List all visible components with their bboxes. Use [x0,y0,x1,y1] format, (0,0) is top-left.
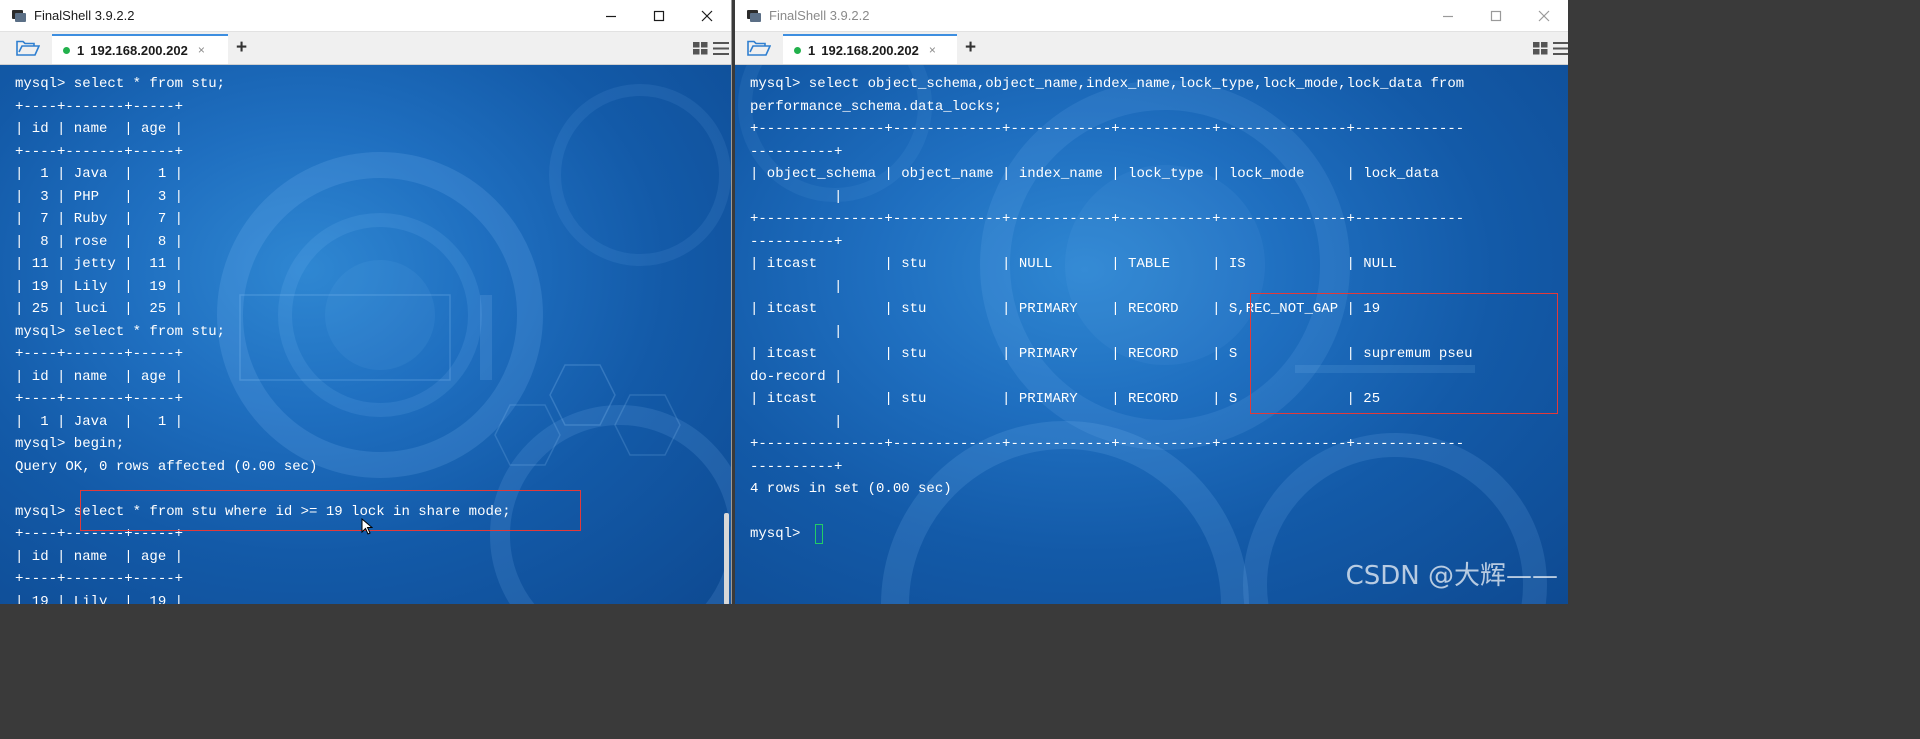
title-bar[interactable]: FinalShell 3.9.2.2 [0,0,731,31]
maximize-button[interactable] [635,0,683,31]
minimize-icon [606,15,616,17]
terminal-line: | [750,278,843,295]
tab-session[interactable]: 1 192.168.200.202 × [52,34,228,64]
minimize-button[interactable] [1424,0,1472,31]
terminal-area[interactable]: mysql> select object_schema,object_name,… [735,65,1568,604]
maximize-icon [1490,10,1502,21]
terminal-line: | object_schema | object_name | index_na… [750,166,1439,182]
finalshell-window-left: FinalShell 3.9.2.2 1 192.168.200.202 × + [0,0,732,604]
connected-status-dot [63,46,70,54]
grid-layout-icon[interactable] [693,42,708,55]
terminal-line: +---------------+-------------+---------… [750,436,1465,452]
tab-host: 192.168.200.202 [821,42,919,58]
terminal-line: | 19 | Lily | 19 | [15,593,184,605]
close-button[interactable] [683,0,731,31]
terminal-line: | 19 | Lily | 19 | [15,278,184,295]
terminal-line: +----+-------+-----+ [15,98,184,115]
close-icon [701,10,713,21]
terminal-line: mysql> select * from stu; [15,76,226,92]
mouse-pointer-icon [361,518,373,535]
tab-close-icon[interactable]: × [929,43,936,57]
csdn-watermark: CSDN @大辉—— [1345,561,1558,591]
grid-layout-icon[interactable] [1533,42,1548,55]
terminal-line: mysql> begin; [15,436,125,452]
terminal-line: | id | name | age | [15,368,184,385]
tab-bar: 1 192.168.200.202 × + [735,31,1568,65]
terminal-line: +----+-------+-----+ [15,346,184,362]
terminal-line: | [750,413,843,430]
tab-number: 1 [808,42,816,58]
terminal-line: mysql> [750,526,809,542]
terminal-line: | id | name | age | [15,548,184,565]
terminal-line: Query OK, 0 rows affected (0.00 sec) [15,458,318,475]
tab-close-icon[interactable]: × [198,43,205,57]
terminal-line: +----+-------+-----+ [15,391,184,407]
terminal-line: +----+-------+-----+ [15,571,184,587]
window-title: FinalShell 3.9.2.2 [769,8,870,23]
window-title: FinalShell 3.9.2.2 [34,8,135,23]
finalshell-app-icon [12,9,26,22]
terminal-line: ----------+ [750,458,843,475]
terminal-line: | [750,188,843,205]
folder-open-icon[interactable] [747,40,771,57]
terminal-line: | id | name | age | [15,121,184,137]
maximize-icon [653,10,665,21]
terminal-area[interactable]: mysql> select * from stu; +----+-------+… [0,65,731,604]
terminal-line: +---------------+-------------+---------… [750,121,1465,137]
terminal-line: +----+-------+-----+ [15,143,184,160]
folder-open-icon[interactable] [16,40,40,57]
add-tab-button[interactable]: + [236,37,247,59]
maximize-button[interactable] [1472,0,1520,31]
highlight-box-lock-rows [1250,293,1558,414]
menu-icon[interactable] [1553,42,1568,55]
terminal-line: ----------+ [750,233,843,250]
terminal-scrollbar[interactable] [724,513,729,604]
terminal-line: | 11 | jetty | 11 | [15,256,184,272]
terminal-line: | 7 | Ruby | 7 | [15,211,184,227]
terminal-line: | [750,323,843,340]
terminal-line: | 1 | Java | 1 | [15,166,184,182]
minimize-button[interactable] [587,0,635,31]
close-icon [1538,10,1550,21]
tab-bar: 1 192.168.200.202 × + [0,31,731,65]
terminal-cursor [815,524,823,544]
terminal-line: | 8 | rose | 8 | [15,233,184,250]
window-controls [587,0,731,31]
window-controls [1424,0,1568,31]
terminal-line: mysql> select * from stu; [15,323,226,340]
terminal-line: | 3 | PHP | 3 | [15,188,184,205]
terminal-line: | 25 | luci | 25 | [15,301,184,317]
highlight-box-lock-query [80,490,581,531]
finalshell-window-right: FinalShell 3.9.2.2 1 192.168.200.202 × + [735,0,1568,604]
finalshell-app-icon [747,9,761,22]
title-bar[interactable]: FinalShell 3.9.2.2 [735,0,1568,31]
menu-icon[interactable] [713,42,729,55]
terminal-line: mysql> select object_schema,object_name,… [750,76,1465,92]
add-tab-button[interactable]: + [965,37,976,59]
tab-number: 1 [77,42,85,58]
tab-host: 192.168.200.202 [90,42,188,58]
terminal-line: | itcast | stu | NULL | TABLE | IS | NUL… [750,256,1397,272]
terminal-line: +---------------+-------------+---------… [750,211,1465,227]
connected-status-dot [794,46,801,54]
terminal-line: do-record | [750,368,843,385]
terminal-line: ----------+ [750,143,843,160]
terminal-line: 4 rows in set (0.00 sec) [750,481,952,497]
terminal-line: performance_schema.data_locks; [750,98,1003,115]
close-button[interactable] [1520,0,1568,31]
tab-session[interactable]: 1 192.168.200.202 × [783,34,957,64]
terminal-line: | 1 | Java | 1 | [15,413,184,430]
minimize-icon [1443,15,1453,17]
